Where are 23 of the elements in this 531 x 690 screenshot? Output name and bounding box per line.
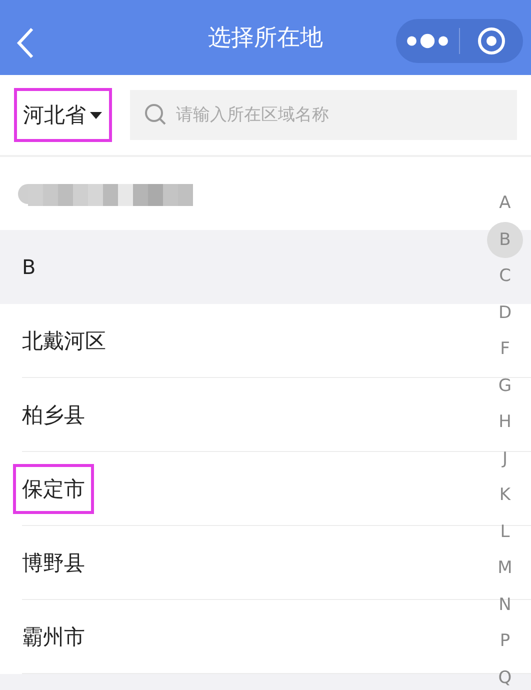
caret-icon xyxy=(89,110,103,120)
index-letter[interactable]: H xyxy=(487,404,523,440)
index-letter[interactable]: K xyxy=(487,477,523,514)
province-dropdown[interactable]: 河北省 xyxy=(14,88,112,142)
city-item[interactable]: 保定市 xyxy=(13,464,94,514)
page-title: 选择所在地 xyxy=(208,24,323,53)
city-item[interactable]: 北戴河区 xyxy=(13,316,115,366)
search-field[interactable]: 请输入所在区域名称 xyxy=(130,90,517,140)
index-letter[interactable]: M xyxy=(487,550,523,586)
index-letter[interactable]: A xyxy=(487,185,523,222)
index-letter[interactable]: J xyxy=(487,440,523,477)
index-letter[interactable]: D xyxy=(487,294,523,331)
index-letter[interactable]: F xyxy=(487,331,523,368)
index-letter[interactable]: G xyxy=(487,368,523,404)
index-letter[interactable]: L xyxy=(487,514,523,550)
back-icon[interactable] xyxy=(14,26,36,60)
city-item[interactable]: 博野县 xyxy=(13,538,94,588)
index-letter[interactable]: N xyxy=(487,586,523,623)
city-item[interactable]: 柏乡县 xyxy=(13,390,94,440)
index-letter[interactable]: P xyxy=(487,623,523,660)
index-letter[interactable]: C xyxy=(487,258,523,294)
index-letter[interactable]: Q xyxy=(487,660,523,690)
city-item[interactable]: 霸州市 xyxy=(13,612,94,662)
